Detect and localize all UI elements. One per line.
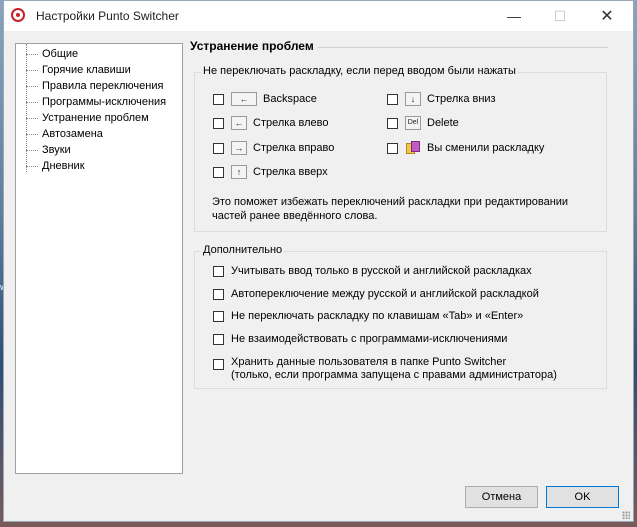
checkbox[interactable] [213, 142, 224, 154]
nav-item-label: Горячие клавиши [42, 64, 131, 76]
ok-button[interactable]: OK [546, 486, 619, 508]
checkbox-label-line-2: (только, если программа запущена с права… [231, 369, 557, 381]
ru-en-only-checkbox-row[interactable]: Учитывать ввод только в русской и англий… [213, 265, 532, 277]
auto-switch-checkbox-row[interactable]: Автопереключение между русской и английс… [213, 288, 539, 300]
checkbox-label: Не взаимодействовать с программами-исклю… [231, 333, 508, 345]
keys-group-note: Это поможет избежать переключений раскла… [212, 196, 569, 222]
extra-group-label: Дополнительно [201, 244, 285, 256]
checkbox-label: Стрелка вправо [253, 142, 335, 154]
nav-item-troubleshooting[interactable]: Устранение проблем [16, 110, 182, 126]
section-title: Устранение проблем [190, 39, 607, 53]
checkbox[interactable] [213, 359, 224, 370]
checkbox-label: Вы сменили раскладку [427, 142, 545, 154]
delete-checkbox-row[interactable]: Del Delete [387, 116, 459, 130]
arrow-down-checkbox-row[interactable]: ↓ Стрелка вниз [387, 92, 496, 106]
checkbox[interactable] [387, 142, 398, 154]
nav-item-sounds[interactable]: Звуки [16, 142, 182, 158]
checkbox-label: Стрелка вверх [253, 166, 328, 178]
left-arrow-key-icon: ← [231, 92, 257, 106]
minimize-button[interactable]: — [491, 1, 537, 31]
checkbox[interactable] [213, 310, 224, 322]
checkbox[interactable] [213, 265, 224, 277]
checkbox[interactable] [387, 93, 398, 105]
checkbox-label: Автопереключение между русской и английс… [231, 288, 539, 300]
checkbox-label: Backspace [263, 93, 317, 105]
nav-item-label: Устранение проблем [42, 112, 149, 124]
nav-item-hotkeys[interactable]: Горячие клавиши [16, 62, 182, 78]
excluded-programs-checkbox-row[interactable]: Не взаимодействовать с программами-исклю… [213, 333, 507, 345]
down-arrow-key-icon: ↓ [405, 92, 421, 106]
nav-item-label: Программы-исключения [42, 96, 167, 108]
right-arrow-key-icon: → [231, 141, 247, 155]
nav-item-general[interactable]: Общие [16, 46, 182, 62]
checkbox[interactable] [213, 93, 224, 105]
left-arrow-key-icon: ← [231, 116, 247, 130]
delete-key-icon: Del [405, 116, 421, 130]
cancel-button[interactable]: Отмена [465, 486, 538, 508]
window-title: Настройки Punto Switcher [36, 9, 179, 23]
checkbox-label: Стрелка вниз [427, 93, 496, 105]
nav-item-switch-rules[interactable]: Правила переключения [16, 78, 182, 94]
checkbox[interactable] [213, 333, 224, 345]
nav-item-label: Автозамена [42, 128, 103, 140]
nav-item-autocorrect[interactable]: Автозамена [16, 126, 182, 142]
up-arrow-key-icon: ↑ [231, 165, 247, 179]
nav-item-diary[interactable]: Дневник [16, 158, 182, 174]
checkbox-label: Стрелка влево [253, 117, 329, 129]
keys-group-label: Не переключать раскладку, если перед вво… [201, 65, 518, 77]
arrow-right-checkbox-row[interactable]: → Стрелка вправо [213, 141, 334, 155]
checkbox[interactable] [387, 117, 398, 129]
checkbox[interactable] [213, 166, 224, 178]
checkbox-label: Учитывать ввод только в русской и англий… [231, 265, 532, 277]
checkbox-label: Хранить данные пользователя в папке Punt… [231, 356, 557, 382]
tab-enter-checkbox-row[interactable]: Не переключать раскладку по клавишам «Ta… [213, 310, 523, 322]
maximize-button[interactable]: ☐ [537, 1, 583, 31]
punto-switcher-app-icon [11, 8, 25, 22]
nav-item-label: Общие [42, 48, 79, 60]
arrow-left-checkbox-row[interactable]: ← Стрелка влево [213, 116, 328, 130]
backspace-checkbox-row[interactable]: ← Backspace [213, 92, 317, 106]
settings-nav-tree: Общие Горячие клавиши Правила переключен… [15, 43, 183, 474]
nav-item-excluded-programs[interactable]: Программы-исключения [16, 94, 182, 110]
checkbox-label: Delete [427, 117, 459, 129]
title-bar[interactable]: Настройки Punto Switcher — ☐ ✕ [4, 1, 633, 31]
store-data-checkbox-row[interactable]: Хранить данные пользователя в папке Punt… [213, 356, 557, 382]
resize-grip-icon[interactable] [622, 511, 630, 519]
nav-item-label: Звуки [42, 144, 71, 156]
close-button[interactable]: ✕ [584, 1, 630, 31]
nav-item-label: Дневник [42, 160, 85, 172]
checkbox-label: Не переключать раскладку по клавишам «Ta… [231, 310, 524, 322]
checkbox[interactable] [213, 288, 224, 300]
layout-swap-icon [405, 140, 421, 156]
arrow-up-checkbox-row[interactable]: ↑ Стрелка вверх [213, 165, 328, 179]
checkbox[interactable] [213, 117, 224, 129]
nav-item-label: Правила переключения [42, 80, 164, 92]
layout-changed-checkbox-row[interactable]: Вы сменили раскладку [387, 140, 544, 156]
checkbox-label-line-1: Хранить данные пользователя в папке Punt… [231, 356, 507, 368]
